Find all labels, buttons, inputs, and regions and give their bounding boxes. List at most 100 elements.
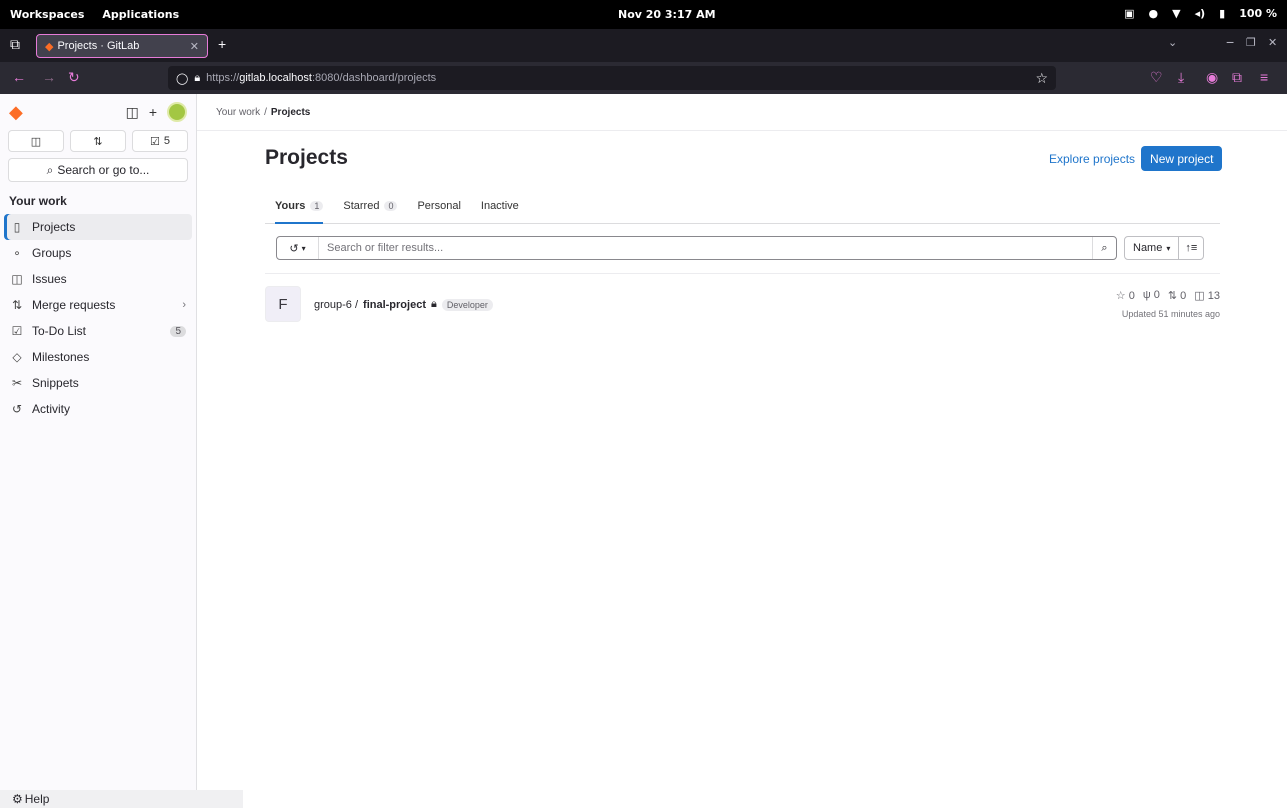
sidebar-section-title: Your work (9, 194, 67, 208)
sort-direction-button[interactable]: ↑≡ (1179, 237, 1203, 259)
filter-input[interactable] (319, 242, 1092, 254)
volume-icon[interactable]: ◂) (1195, 7, 1206, 20)
issues-icon: ◫ (30, 135, 42, 148)
merge-requests-button[interactable]: ⇅ (70, 130, 126, 152)
tab-title: Projects · GitLab (57, 40, 140, 52)
project-avatar[interactable]: F (265, 286, 301, 322)
battery-icon[interactable]: ▮ (1219, 7, 1225, 20)
merge-request-icon: ⇅ (93, 135, 103, 148)
project-row: F group-6 / final-project 🔒︎ Developer ☆… (265, 274, 1220, 334)
browser-tab-strip: ⧉ ◆ Projects · GitLab ✕ + ⌄ − ❐ ✕ (0, 29, 1287, 62)
project-title[interactable]: group-6 / final-project 🔒︎ Developer (314, 298, 493, 311)
create-new-icon[interactable]: + (149, 104, 157, 120)
collapse-sidebar-icon[interactable]: ◫ (126, 104, 139, 121)
tab-overflow-chevron-icon[interactable]: ⌄ (1168, 36, 1177, 49)
breadcrumb-current[interactable]: Projects (271, 107, 310, 118)
sidebar-item-projects[interactable]: ▯ Projects (4, 214, 192, 240)
star-icon: ☆ (1115, 290, 1126, 302)
help-icon: ⚙ (12, 792, 23, 806)
sidebar-item-snippets[interactable]: ✂ Snippets (4, 370, 192, 396)
sidebar-item-merge-requests[interactable]: ⇅ Merge requests › (4, 292, 192, 318)
project-tabs: Yours 1 Starred 0 Personal Inactive (265, 188, 1220, 224)
download-icon[interactable]: ⤓ (1178, 69, 1184, 86)
lock-icon[interactable]: 🔒︎ (194, 72, 200, 85)
search-or-go-to-button[interactable]: ⌕ Search or go to... (8, 158, 188, 182)
clock[interactable]: Nov 20 3:17 AM (618, 8, 716, 21)
project-stats: ☆ 0 ψ 0 ⇅ 0 ◫ 13 (1116, 289, 1220, 302)
project-name: final-project (363, 298, 426, 311)
tab-yours[interactable]: Yours 1 (275, 188, 324, 224)
url-host: gitlab.localhost (239, 72, 312, 84)
display-icon[interactable]: ▣ (1124, 7, 1134, 20)
pocket-icon[interactable]: ♡ (1150, 69, 1163, 86)
gitlab-logo-icon[interactable]: ◆ (9, 102, 23, 123)
new-tab-icon[interactable]: + (218, 36, 226, 52)
close-window-icon[interactable]: ✕ (1268, 36, 1277, 49)
issues-icon: ◫ (1194, 290, 1205, 302)
sort-control: Name ▾ ↑≡ (1124, 236, 1205, 260)
minimize-window-icon[interactable]: − (1226, 34, 1234, 50)
workspaces-menu[interactable]: Workspaces (10, 8, 84, 21)
back-icon[interactable]: ← (12, 69, 26, 85)
forks-stat[interactable]: ψ 0 (1143, 289, 1160, 302)
todo-count-badge: 5 (170, 325, 186, 337)
sort-ascending-icon: ↑≡ (1185, 242, 1198, 254)
search-button[interactable]: ⌕ (1092, 237, 1116, 259)
filter-row: ↺ ▾ ⌕ Name ▾ ↑≡ (265, 224, 1220, 274)
browser-tab[interactable]: ◆ Projects · GitLab ✕ (36, 34, 208, 58)
chevron-down-icon: ▾ (301, 243, 306, 253)
tab-starred[interactable]: Starred 0 (343, 188, 398, 224)
user-avatar[interactable] (167, 102, 187, 122)
reload-icon[interactable]: ↻ (68, 69, 80, 86)
merge-request-icon: ⇅ (1167, 290, 1178, 302)
merge-request-icon: ⇅ (11, 298, 23, 312)
snippet-icon: ✂ (11, 376, 23, 390)
shield-icon[interactable]: ◯ (176, 72, 188, 85)
tab-inactive[interactable]: Inactive (481, 188, 519, 224)
issues-stat[interactable]: ◫ 13 (1194, 289, 1220, 302)
sidebar-item-issues[interactable]: ◫ Issues (4, 266, 192, 292)
private-lock-icon: 🔒︎ (430, 298, 437, 310)
tab-list-icon[interactable]: ⧉ (10, 36, 20, 53)
assigned-issues-button[interactable]: ◫ (8, 130, 64, 152)
browser-nav-bar: ← → ↻ ◯ 🔒︎ https://gitlab.localhost:8080… (0, 62, 1287, 94)
breadcrumb-your-work[interactable]: Your work (216, 107, 260, 118)
help-button[interactable]: ⚙ Help (0, 790, 243, 808)
account-icon[interactable]: ◉ (1206, 69, 1218, 86)
menu-icon[interactable]: ≡ (1260, 69, 1268, 85)
url-bar[interactable]: ◯ 🔒︎ https://gitlab.localhost:8080/dashb… (168, 66, 1056, 90)
sidebar-item-milestones[interactable]: ◇ Milestones (4, 344, 192, 370)
todo-button[interactable]: ☑ 5 (132, 130, 188, 152)
bookmark-star-icon[interactable]: ☆ (1035, 70, 1048, 87)
gamepad-icon[interactable]: ● (1148, 7, 1158, 20)
fork-icon: ψ (1142, 289, 1151, 301)
extensions-icon[interactable]: ⧉ (1232, 69, 1242, 86)
recent-searches-button[interactable]: ↺ ▾ (277, 237, 319, 259)
tab-count: 0 (384, 201, 398, 211)
close-tab-icon[interactable]: ✕ (190, 40, 199, 53)
breadcrumb-separator: / (264, 106, 267, 118)
group-icon: ∘ (13, 246, 21, 260)
restore-window-icon[interactable]: ❐ (1246, 36, 1256, 49)
chevron-down-icon: ▾ (1166, 243, 1171, 253)
sidebar-item-groups[interactable]: ∘ Groups (4, 240, 192, 266)
wifi-icon[interactable]: ▼ (1172, 7, 1180, 20)
sort-by-dropdown[interactable]: Name ▾ (1125, 237, 1180, 259)
new-project-button[interactable]: New project (1141, 146, 1223, 171)
search-icon: ⌕ (1101, 241, 1108, 254)
tab-personal[interactable]: Personal (417, 188, 460, 224)
explore-projects-link[interactable]: Explore projects (1049, 152, 1135, 166)
role-badge: Developer (441, 298, 493, 311)
forward-icon[interactable]: → (42, 69, 56, 85)
sidebar: ◆ ◫ + ◫ ⇅ ☑ 5 ⌕ Search or go to... Your w… (0, 94, 197, 808)
sidebar-item-activity[interactable]: ↺ Activity (4, 396, 192, 422)
merge-requests-stat[interactable]: ⇅ 0 (1168, 289, 1186, 302)
battery-level: 100 % (1239, 7, 1277, 20)
applications-menu[interactable]: Applications (102, 8, 179, 21)
os-top-bar: Workspaces Applications Nov 20 3:17 AM ▣… (0, 0, 1287, 29)
sidebar-item-todo-list[interactable]: ☑ To-Do List 5 (4, 318, 192, 344)
breadcrumb: Your work / Projects (197, 94, 1287, 131)
history-icon: ↺ (289, 242, 299, 255)
project-icon: ▯ (13, 220, 21, 234)
stars-stat[interactable]: ☆ 0 (1116, 289, 1135, 302)
